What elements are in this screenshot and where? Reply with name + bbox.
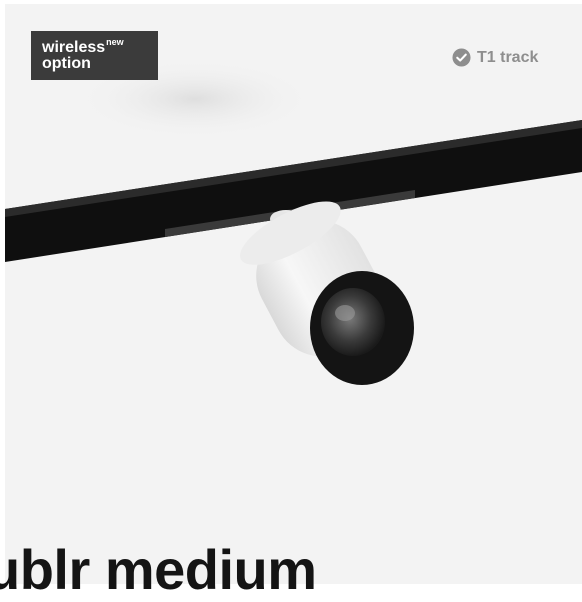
spotlight-lens — [321, 288, 385, 356]
check-circle-icon — [452, 48, 471, 67]
product-title[interactable]: ublr medium — [0, 538, 317, 602]
wireless-option-badge: wirelessnew option — [31, 31, 158, 80]
product-card[interactable]: wirelessnew option T1 track — [5, 4, 582, 584]
product-image[interactable] — [5, 4, 582, 524]
badge-new-superscript: new — [106, 37, 124, 47]
badge-line2: option — [42, 55, 91, 72]
badge-line1: wireless — [42, 39, 106, 56]
track-tag-label: T1 track — [477, 48, 539, 66]
track-tag: T1 track — [452, 48, 538, 67]
